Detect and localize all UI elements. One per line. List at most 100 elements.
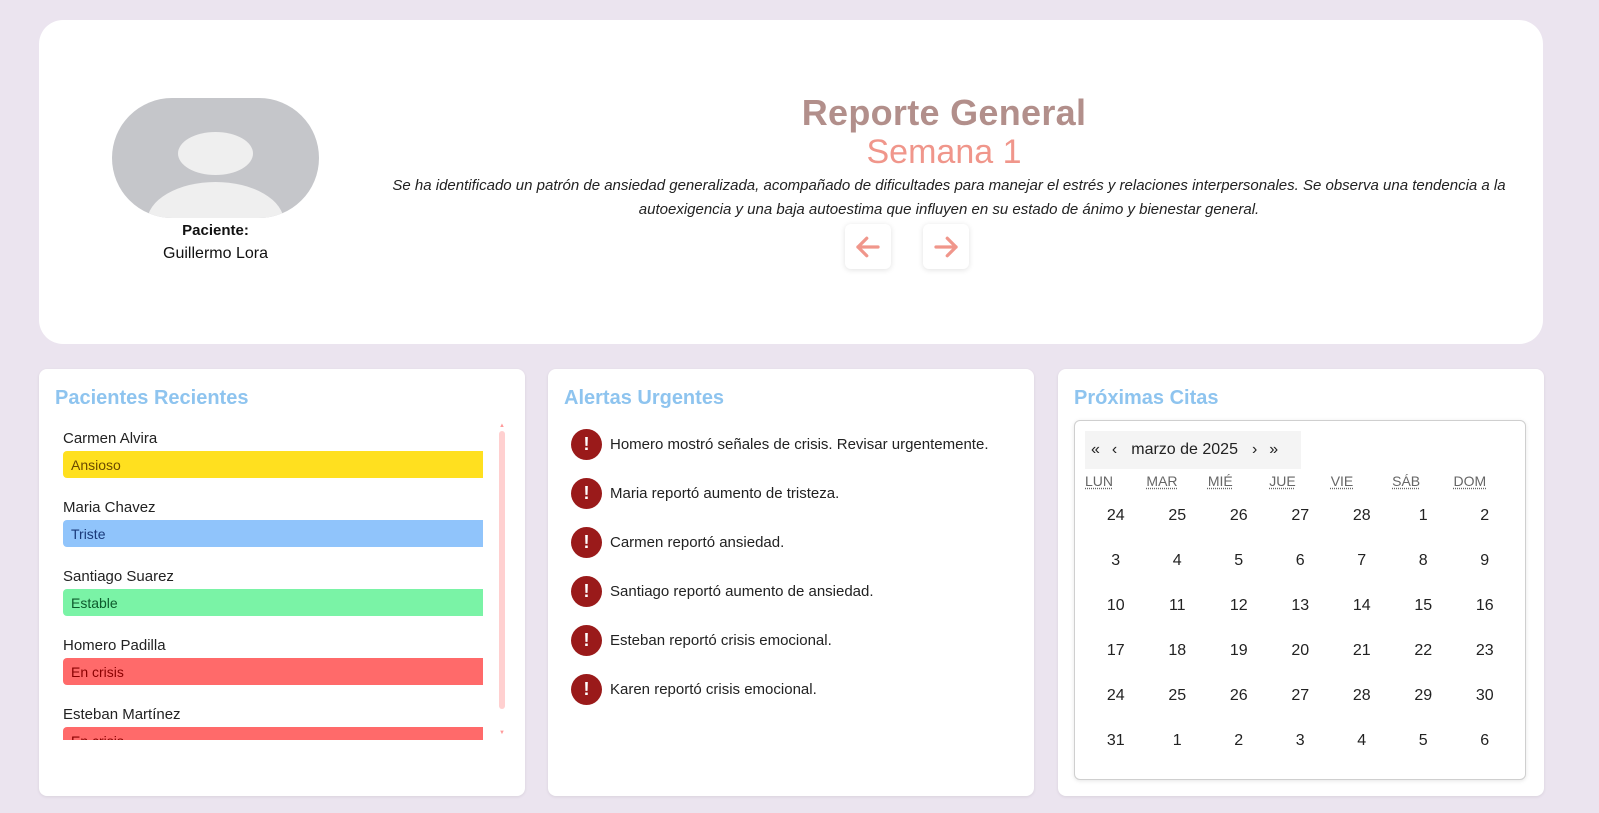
urgent-alerts-list: ! Homero mostró señales de crisis. Revisa…	[571, 429, 1011, 723]
month-label[interactable]: marzo de 2025	[1123, 441, 1246, 459]
calendar-day[interactable]: 26	[1208, 673, 1270, 718]
calendar-day[interactable]: 6	[1270, 538, 1332, 583]
scroll-up-arrow-icon[interactable]: ▲	[499, 423, 505, 429]
calendar-day[interactable]: 20	[1270, 628, 1332, 673]
calendar-day[interactable]: 18	[1147, 628, 1209, 673]
list-item[interactable]: Carmen Alvira Ansioso	[63, 424, 483, 493]
list-item[interactable]: Santiago Suarez Estable	[63, 562, 483, 631]
patient-item-name: Esteban Martínez	[63, 706, 181, 723]
patient-item-name: Carmen Alvira	[63, 430, 158, 447]
calendar-day[interactable]: 29	[1393, 673, 1455, 718]
alert-text: Carmen reportó ansiedad.	[610, 534, 785, 551]
calendar-day[interactable]: 6	[1454, 718, 1516, 763]
calendar-navigation: « ‹ marzo de 2025 › »	[1085, 431, 1301, 469]
list-item[interactable]: Maria Chavez Triste	[63, 493, 483, 562]
weekday-label: SÁB	[1392, 473, 1421, 489]
calendar-days: 24 25 26 27 28 1 2 3 4 5 6 7 8 9 10 11 12 13 14 15 16 17 18 19 2…	[1085, 493, 1515, 763]
calendar-day[interactable]: 16	[1454, 583, 1516, 628]
calendar-day[interactable]: 30	[1454, 673, 1516, 718]
calendar-day[interactable]: 11	[1147, 583, 1209, 628]
avatar-body-shape	[147, 182, 284, 218]
alert-item: ! Santiago reportó aumento de ansiedad.	[571, 576, 1011, 607]
urgent-alerts-card: Alertas Urgentes ! Homero mostró señales …	[548, 369, 1034, 796]
exclamation-icon: !	[571, 478, 602, 509]
patient-item-name: Santiago Suarez	[63, 568, 174, 585]
calendar-day[interactable]: 1	[1147, 718, 1209, 763]
report-summary: Se ha identificado un patrón de ansiedad…	[392, 177, 1506, 218]
upcoming-appointments-title: Próximas Citas	[1074, 387, 1219, 409]
calendar-day[interactable]: 5	[1208, 538, 1270, 583]
patient-item-name: Homero Padilla	[63, 637, 166, 654]
patient-item-name: Maria Chavez	[63, 499, 156, 516]
weekday-label: LUN	[1085, 473, 1114, 489]
exclamation-icon: !	[571, 625, 602, 656]
avatar-head-shape	[178, 132, 253, 175]
alert-item: ! Carmen reportó ansiedad.	[571, 527, 1011, 558]
scroll-down-arrow-icon[interactable]: ▼	[499, 730, 505, 736]
exclamation-icon: !	[571, 527, 602, 558]
avatar	[112, 98, 319, 218]
calendar-day[interactable]: 23	[1454, 628, 1516, 673]
exclamation-icon: !	[571, 674, 602, 705]
alert-item: ! Maria reportó aumento de tristeza.	[571, 478, 1011, 509]
alert-item: ! Homero mostró señales de crisis. Revisa…	[571, 429, 1011, 460]
previous-week-button[interactable]	[845, 224, 891, 269]
weekday-label: JUE	[1269, 473, 1296, 489]
list-item[interactable]: Esteban Martínez En crisis	[63, 700, 483, 740]
calendar-day[interactable]: 10	[1085, 583, 1147, 628]
exclamation-icon: !	[571, 429, 602, 460]
arrow-right-icon	[934, 236, 958, 257]
calendar-day[interactable]: 15	[1393, 583, 1455, 628]
calendar-day[interactable]: 19	[1208, 628, 1270, 673]
calendar-day[interactable]: 5	[1393, 718, 1455, 763]
status-badge: Ansioso	[63, 451, 483, 478]
calendar-day[interactable]: 24	[1085, 673, 1147, 718]
alert-item: ! Karen reportó crisis emocional.	[571, 674, 1011, 705]
report-card: Paciente: Guillermo Lora Reporte General…	[39, 20, 1543, 344]
arrow-left-icon	[856, 236, 880, 257]
calendar-day[interactable]: 31	[1085, 718, 1147, 763]
status-badge: En crisis	[63, 727, 483, 740]
calendar-day[interactable]: 27	[1270, 493, 1332, 538]
calendar-day[interactable]: 2	[1208, 718, 1270, 763]
status-badge: En crisis	[63, 658, 483, 685]
calendar: « ‹ marzo de 2025 › » LUN MAR MIÉ JUE VIE SÁB…	[1074, 420, 1526, 780]
calendar-day[interactable]: 27	[1270, 673, 1332, 718]
patient-label: Paciente:	[182, 222, 249, 239]
calendar-day[interactable]: 21	[1331, 628, 1393, 673]
calendar-day[interactable]: 13	[1270, 583, 1332, 628]
calendar-day[interactable]: 14	[1331, 583, 1393, 628]
calendar-day[interactable]: 24	[1085, 493, 1147, 538]
calendar-day[interactable]: 8	[1393, 538, 1455, 583]
next-year-button[interactable]: »	[1263, 441, 1284, 459]
status-badge: Estable	[63, 589, 483, 616]
alert-text: Maria reportó aumento de tristeza.	[610, 485, 840, 502]
report-week: Semana 1	[866, 133, 1022, 171]
calendar-day[interactable]: 12	[1208, 583, 1270, 628]
calendar-day[interactable]: 25	[1147, 493, 1209, 538]
calendar-day[interactable]: 9	[1454, 538, 1516, 583]
calendar-day[interactable]: 28	[1331, 673, 1393, 718]
calendar-day[interactable]: 22	[1393, 628, 1455, 673]
calendar-day[interactable]: 3	[1270, 718, 1332, 763]
prev-year-button[interactable]: «	[1085, 441, 1106, 459]
calendar-day[interactable]: 25	[1147, 673, 1209, 718]
prev-month-button[interactable]: ‹	[1106, 441, 1123, 459]
calendar-day[interactable]: 4	[1147, 538, 1209, 583]
calendar-day[interactable]: 17	[1085, 628, 1147, 673]
calendar-day[interactable]: 4	[1331, 718, 1393, 763]
upcoming-appointments-card: Próximas Citas « ‹ marzo de 2025 › » LUN…	[1058, 369, 1544, 796]
calendar-day[interactable]: 1	[1393, 493, 1455, 538]
calendar-day[interactable]: 3	[1085, 538, 1147, 583]
calendar-day[interactable]: 7	[1331, 538, 1393, 583]
list-item[interactable]: Homero Padilla En crisis	[63, 631, 483, 700]
calendar-day[interactable]: 28	[1331, 493, 1393, 538]
weekday-label: DOM	[1453, 473, 1487, 489]
next-month-button[interactable]: ›	[1246, 441, 1263, 459]
patients-scrollbar[interactable]	[499, 431, 505, 709]
calendar-day[interactable]: 26	[1208, 493, 1270, 538]
calendar-day[interactable]: 2	[1454, 493, 1516, 538]
urgent-alerts-title: Alertas Urgentes	[564, 387, 725, 409]
recent-patients-list[interactable]: Carmen Alvira Ansioso Maria Chavez Triste Sa…	[63, 424, 483, 740]
next-week-button[interactable]	[923, 224, 969, 269]
